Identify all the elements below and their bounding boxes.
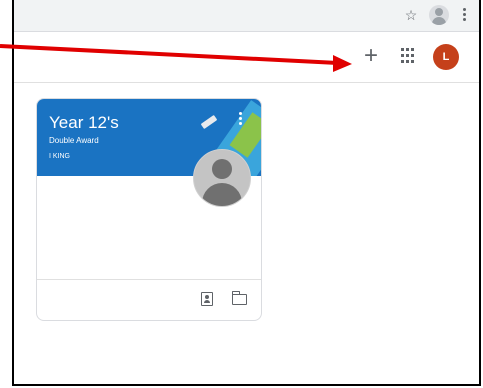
assignment-ind-icon[interactable]	[201, 292, 213, 306]
add-icon[interactable]: +	[359, 44, 383, 68]
card-more-icon[interactable]	[239, 112, 243, 128]
star-icon[interactable]: ☆	[403, 7, 419, 23]
class-teacher-name: I KING	[49, 153, 71, 160]
browser-window: ☆ + L Year 12's Double Award I KING	[12, 0, 481, 386]
pencil-icon	[200, 114, 218, 130]
address-bar[interactable]	[14, 4, 419, 28]
account-avatar[interactable]: L	[433, 44, 459, 70]
browser-profile-icon[interactable]	[429, 5, 449, 25]
teacher-avatar	[193, 149, 251, 207]
apps-grid-icon[interactable]	[401, 48, 417, 64]
class-card-footer	[37, 279, 261, 320]
browser-menu-icon[interactable]	[463, 8, 467, 22]
browser-toolbar: ☆	[14, 0, 479, 32]
classroom-header: + L	[14, 32, 479, 83]
class-title[interactable]: Year 12's	[49, 113, 119, 133]
class-section: Double Award	[49, 136, 99, 145]
class-card[interactable]: Year 12's Double Award I KING	[36, 98, 262, 321]
folder-icon[interactable]	[231, 291, 247, 305]
